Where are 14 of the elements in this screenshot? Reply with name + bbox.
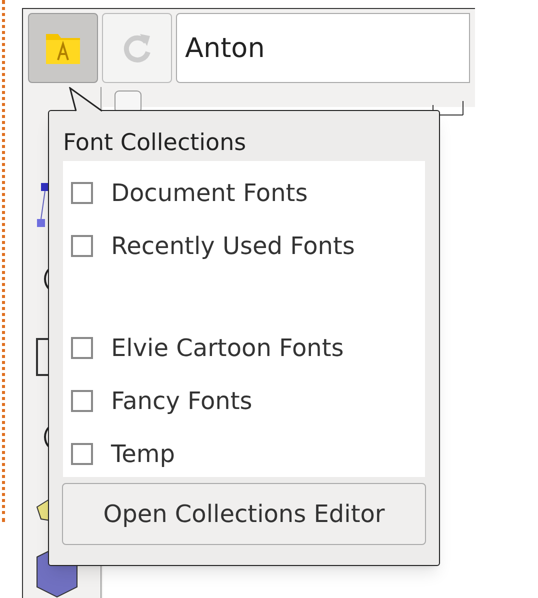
checkbox[interactable]	[71, 336, 93, 358]
checkbox[interactable]	[71, 442, 93, 464]
collection-label: Recently Used Fonts	[111, 230, 355, 262]
open-editor-button[interactable]: Open Collections Editor	[62, 483, 426, 545]
font-field[interactable]: Anton	[176, 13, 470, 83]
checkbox[interactable]	[71, 182, 93, 204]
collection-label: Elvie Cartoon Fonts	[111, 332, 344, 364]
checkbox[interactable]	[71, 234, 93, 256]
collections-button[interactable]	[28, 13, 98, 83]
collection-label: Fancy Fonts	[111, 386, 252, 416]
checkbox[interactable]	[71, 390, 93, 412]
popover-title: Font Collections	[63, 129, 246, 158]
collection-label: Document Fonts	[111, 178, 308, 208]
collection-label: Temp	[111, 438, 175, 470]
